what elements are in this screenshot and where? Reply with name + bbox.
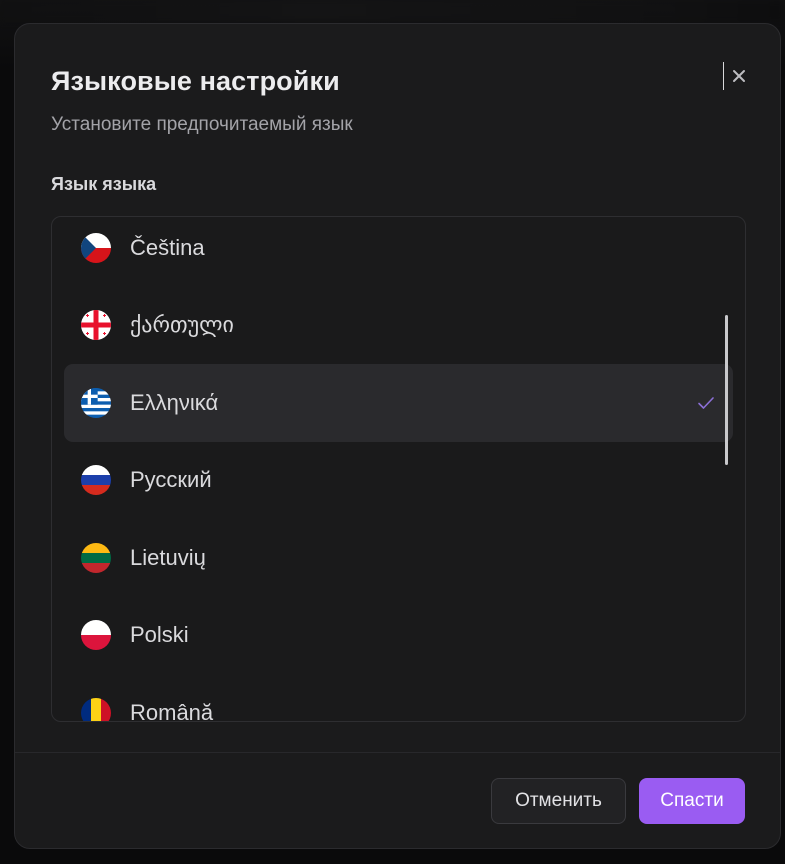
georgian-flag-icon [81,310,111,341]
footer-divider [15,752,780,753]
language-option-polish[interactable]: Polski [64,597,733,675]
language-label: Polski [130,622,189,648]
romanian-flag-icon [81,697,111,721]
dialog-title: Языковые настройки [51,66,340,96]
background-content-blur [0,0,785,22]
list-scrollbar[interactable] [725,315,728,465]
polish-flag-icon [81,620,111,651]
language-option-romanian[interactable]: Română [64,674,733,722]
language-label: Čeština [130,234,205,260]
save-button[interactable]: Спасти [639,778,745,824]
language-option-georgian[interactable]: ქართული [64,287,733,365]
lithuanian-flag-icon [81,542,111,573]
language-label: Русский [130,467,212,493]
language-label: Română [130,699,214,722]
greek-flag-icon [81,387,111,418]
language-settings-dialog: Языковые настройки Установите предпочита… [14,23,781,849]
language-option-russian[interactable]: Русский [64,442,733,520]
language-label: Lietuvių [130,544,206,570]
close-button[interactable] [723,62,747,90]
language-label: Ελληνικά [130,389,219,415]
language-field-label: Язык языка [51,174,157,194]
language-option-greek[interactable]: Ελληνικά [64,364,733,442]
focus-caret [723,62,724,90]
cancel-button[interactable]: Отменить [491,778,626,824]
language-label: ქართული [130,312,234,338]
russian-flag-icon [81,465,111,496]
dialog-subtitle: Установите предпочитаемый язык [51,114,353,135]
language-option-lithuanian[interactable]: Lietuvių [64,519,733,597]
czech-flag-icon [81,232,111,263]
checkmark-icon [698,396,714,409]
language-option-czech[interactable]: Čeština [64,217,733,287]
close-icon [733,70,745,82]
language-listbox[interactable]: Čeština ქართული Ελληνικά Русский Lietuvi… [51,216,746,722]
language-list: Čeština ქართული Ελληνικά Русский Lietuvi… [52,217,745,722]
